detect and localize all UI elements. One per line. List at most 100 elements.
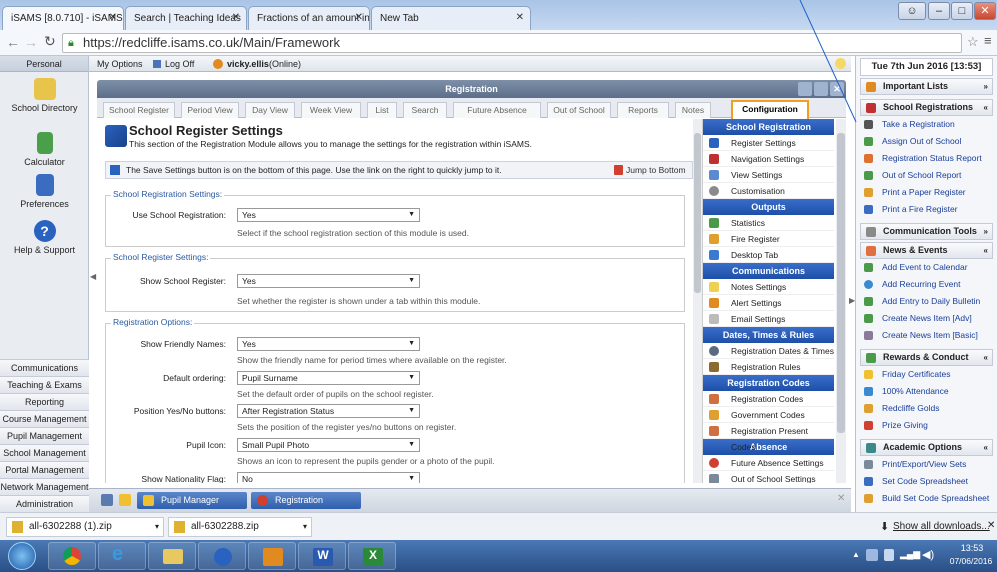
link-print-fire-register[interactable]: Print a Fire Register	[860, 201, 993, 218]
tab-out-of-school[interactable]: Out of School	[547, 102, 611, 118]
back-icon[interactable]: ←	[6, 34, 20, 50]
scrollbar-thumb[interactable]	[837, 133, 845, 433]
browser-tab-fractions[interactable]: Fractions of an amount in ✕	[248, 6, 370, 30]
module-course-management[interactable]: Course Management	[0, 410, 89, 427]
config-item-register-settings[interactable]: Register Settings	[703, 135, 834, 151]
config-item-registration-codes[interactable]: Registration Codes	[703, 391, 834, 407]
browser-tab-teaching-ideas[interactable]: Search | Teaching Ideas ✕	[125, 6, 247, 30]
module-teaching-exams[interactable]: Teaching & Exams	[0, 376, 89, 393]
section-academic-options[interactable]: Academic Options «	[860, 439, 993, 456]
chrome-menu-icon[interactable]: ≡	[984, 33, 992, 48]
user-icon[interactable]: ☺	[898, 2, 926, 20]
config-item-out-of-school-settings[interactable]: Out of School Settings	[703, 471, 834, 483]
media-player-taskbar-icon[interactable]	[198, 542, 246, 570]
section-communication-tools[interactable]: Communication Tools »	[860, 223, 993, 240]
show-nationality-flag-select[interactable]: No ▼	[237, 472, 420, 483]
link-friday-certificates[interactable]: Friday Certificates	[860, 366, 993, 383]
config-item-registration-present-codes[interactable]: Registration Present Codes	[703, 423, 834, 452]
forward-icon[interactable]: →	[24, 34, 38, 50]
tab-notes[interactable]: Notes	[675, 102, 711, 118]
link-prize-giving[interactable]: Prize Giving	[860, 417, 993, 434]
excel-taskbar-icon[interactable]: X	[348, 542, 396, 570]
section-rewards-conduct[interactable]: Rewards & Conduct «	[860, 349, 993, 366]
close-icon[interactable]: ✕	[987, 520, 995, 531]
config-item-government-codes[interactable]: Government Codes	[703, 407, 834, 423]
favorites-icon[interactable]	[119, 494, 131, 506]
close-icon[interactable]: ✕	[232, 12, 240, 23]
link-create-news-adv[interactable]: Create News Item [Adv]	[860, 310, 993, 327]
link-100-attendance[interactable]: 100% Attendance	[860, 383, 993, 400]
module-communications[interactable]: Communications	[0, 359, 89, 376]
close-icon[interactable]: ✕	[109, 12, 117, 23]
tab-day-view[interactable]: Day View	[245, 102, 295, 118]
collapse-arrow-icon[interactable]: ◀	[90, 272, 96, 281]
maximize-icon[interactable]: □	[951, 2, 973, 20]
tab-week-view[interactable]: Week View	[301, 102, 361, 118]
close-icon[interactable]: ✕	[837, 493, 845, 504]
close-icon[interactable]: ✕	[355, 12, 363, 23]
link-build-set-code-spreadsheet[interactable]: Build Set Code Spreadsheet	[860, 490, 993, 507]
section-school-registrations[interactable]: School Registrations «	[860, 99, 993, 116]
config-item-registration-rules[interactable]: Registration Rules	[703, 359, 834, 375]
ie-taskbar-icon[interactable]: e	[98, 542, 146, 570]
task-pupil-manager[interactable]: Pupil Manager	[137, 492, 247, 509]
users-icon[interactable]	[101, 494, 113, 506]
minimize-icon[interactable]	[814, 82, 828, 96]
section-important-lists[interactable]: Important Lists »	[860, 78, 993, 95]
position-yes-no-select[interactable]: After Registration Status ▼	[237, 404, 420, 418]
config-item-future-absence-settings[interactable]: Future Absence Settings	[703, 455, 834, 471]
default-ordering-select[interactable]: Pupil Surname ▼	[237, 371, 420, 385]
link-print-export-view-sets[interactable]: Print/Export/View Sets	[860, 456, 993, 473]
notification-icon[interactable]	[835, 58, 846, 69]
chevron-down-icon[interactable]: ▾	[155, 518, 159, 536]
task-registration[interactable]: Registration	[251, 492, 361, 509]
log-off-link[interactable]: Log Off	[165, 56, 194, 72]
chrome-taskbar-icon[interactable]	[48, 542, 96, 570]
module-administration[interactable]: Administration	[0, 495, 89, 512]
link-take-registration[interactable]: Take a Registration	[860, 116, 993, 133]
device-icon[interactable]	[884, 549, 894, 561]
link-out-of-school-report[interactable]: Out of School Report	[860, 167, 993, 184]
content-scrollbar[interactable]	[693, 119, 702, 483]
module-pupil-management[interactable]: Pupil Management	[0, 427, 89, 444]
config-item-email-settings[interactable]: Email Settings	[703, 311, 834, 327]
network-icon[interactable]: ▂▄▆	[900, 549, 920, 560]
show-all-downloads-link[interactable]: Show all downloads...	[893, 521, 990, 532]
config-item-statistics[interactable]: Statistics	[703, 215, 834, 231]
minimize-icon[interactable]: –	[928, 2, 950, 20]
link-assign-out-of-school[interactable]: Assign Out of School	[860, 133, 993, 150]
explorer-taskbar-icon[interactable]	[148, 542, 196, 570]
start-button-icon[interactable]	[8, 542, 36, 570]
school-directory-app[interactable]: School Directory	[0, 78, 89, 113]
module-portal-management[interactable]: Portal Management	[0, 461, 89, 478]
show-school-register-select[interactable]: Yes ▼	[237, 274, 420, 288]
tab-future-absence[interactable]: Future Absence	[453, 102, 541, 118]
volume-icon[interactable]: ◀︎)	[922, 548, 934, 561]
link-add-daily-bulletin[interactable]: Add Entry to Daily Bulletin	[860, 293, 993, 310]
config-scrollbar[interactable]	[836, 119, 846, 483]
reload-icon[interactable]: ↻	[44, 33, 56, 50]
module-network-management[interactable]: Network Management	[0, 478, 89, 495]
my-options-link[interactable]: My Options	[97, 56, 143, 72]
show-friendly-names-select[interactable]: Yes ▼	[237, 337, 420, 351]
calculator-app[interactable]: Calculator	[0, 132, 89, 167]
chevron-down-icon[interactable]: ▾	[303, 518, 307, 536]
tab-school-register[interactable]: School Register	[103, 102, 175, 118]
download-item[interactable]: all-6302288 (1).zip ▾	[6, 517, 164, 537]
config-item-view-settings[interactable]: View Settings	[703, 167, 834, 183]
flag-icon[interactable]	[866, 549, 878, 561]
url-input[interactable]: 🔒︎ https://redcliffe.isams.co.uk/Main/Fr…	[62, 33, 962, 53]
link-redcliffe-golds[interactable]: Redcliffe Golds	[860, 400, 993, 417]
tab-list[interactable]: List	[367, 102, 397, 118]
config-item-desktop-tab[interactable]: Desktop Tab	[703, 247, 834, 263]
clock-time[interactable]: 13:53	[950, 543, 994, 553]
word-taskbar-icon[interactable]: W	[298, 542, 346, 570]
clock-date[interactable]: 07/06/2016	[945, 556, 997, 566]
config-item-navigation-settings[interactable]: Navigation Settings	[703, 151, 834, 167]
close-icon[interactable]: ✕	[516, 12, 524, 23]
preferences-app[interactable]: Preferences	[0, 174, 89, 209]
download-item[interactable]: all-6302288.zip ▾	[168, 517, 312, 537]
tab-search[interactable]: Search	[403, 102, 447, 118]
bookmark-star-icon[interactable]: ☆	[967, 34, 979, 50]
tab-reports[interactable]: Reports	[617, 102, 669, 118]
